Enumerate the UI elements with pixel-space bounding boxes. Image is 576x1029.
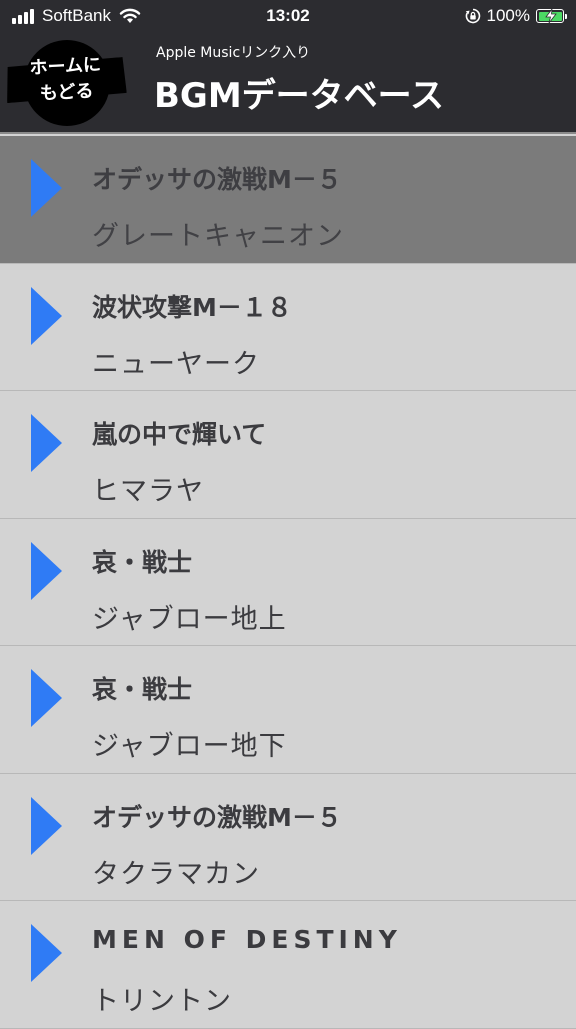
track-list: オデッサの激戦M－５ グレートキャニオン 波状攻撃M－１８ ニューヤーク 嵐の中… [0,136,576,1029]
track-item[interactable]: 哀・戦士 ジャブロー地上 [0,518,576,646]
battery-charging-icon [536,9,567,23]
track-place: ヒマラヤ [92,476,204,507]
app-header: ホームに もどる Apple Musicリンク入り BGMデータベース [0,32,576,134]
page-title: BGMデータベース [154,76,444,116]
battery-percentage: 100% [486,6,530,25]
track-item[interactable]: オデッサの激戦M－５ グレートキャニオン [0,136,576,264]
track-title: オデッサの激戦M－５ [92,802,342,832]
track-item[interactable]: 嵐の中で輝いて ヒマラヤ [0,391,576,519]
track-item[interactable]: 哀・戦士 ジャブロー地下 [0,646,576,774]
track-title: 嵐の中で輝いて [92,420,267,449]
status-bar: SoftBank 13:02 100% [0,0,576,32]
play-icon [31,286,62,345]
status-right: 100% [465,6,567,26]
home-button-label: ホームに もどる [29,54,102,105]
track-place: ジャブロー地下 [92,731,287,762]
play-icon [31,924,62,982]
play-icon [31,541,62,600]
battery-cap [565,14,567,19]
play-icon [31,414,62,472]
track-place: グレートキャニオン [92,221,344,252]
track-item[interactable]: オデッサの激戦M－５ タクラマカン [0,773,576,901]
track-item[interactable]: 波状攻撃M－１８ ニューヤーク [0,263,576,391]
track-title: オデッサの激戦M－５ [92,165,342,194]
header-subtitle: Apple Musicリンク入り [156,45,311,61]
track-place: タクラマカン [92,858,260,890]
play-icon [31,796,62,855]
track-title: 哀・戦士 [92,547,193,577]
track-place: トリントン [92,986,232,1017]
play-icon [31,669,62,727]
track-place: ニューヤーク [92,348,260,380]
play-icon [31,159,62,217]
track-item[interactable]: MEN OF DESTINY トリントン [0,901,576,1029]
track-title: MEN OF DESTINY [92,925,402,954]
track-place: ジャブロー地上 [92,603,287,635]
bolt-icon [545,9,557,23]
rotation-lock-icon [465,8,480,24]
track-title: 波状攻撃M－１８ [92,292,292,322]
home-button[interactable]: ホームに もどる [6,40,126,126]
track-title: 哀・戦士 [92,675,193,704]
